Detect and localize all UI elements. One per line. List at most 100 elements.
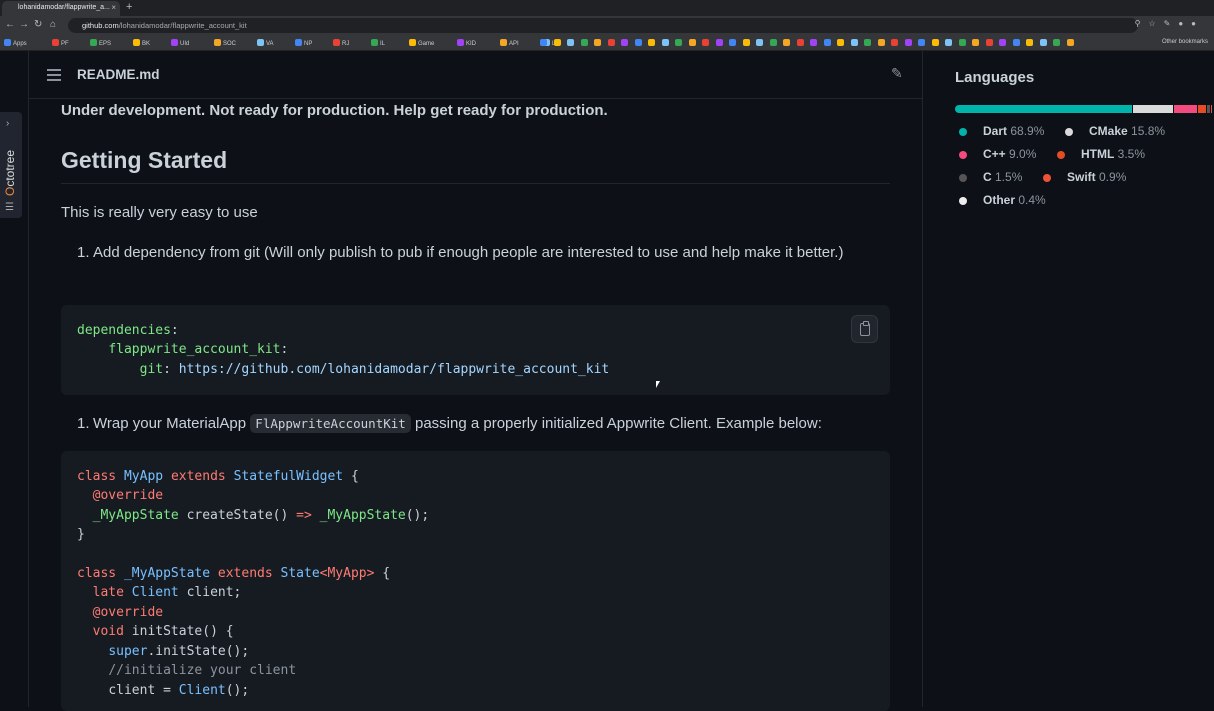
copy-button[interactable] <box>851 315 878 343</box>
divider <box>922 51 923 707</box>
language-bar-segment <box>1207 105 1210 113</box>
bookmark-label: SOC <box>223 41 236 47</box>
bookmark-favicon-icon[interactable] <box>1026 39 1035 47</box>
bookmark-favicon-icon[interactable] <box>905 39 914 47</box>
language-bar-segment <box>955 105 1132 113</box>
bookmark-favicon-icon[interactable] <box>932 39 941 47</box>
bookmark-favicon-icon[interactable] <box>1040 39 1049 47</box>
languages-bar <box>955 105 1214 113</box>
language-percent: 3.5% <box>1114 147 1145 161</box>
forward-icon[interactable]: → <box>19 19 29 30</box>
code-block-dependencies: dependencies: flappwrite_account_kit: gi… <box>61 305 890 395</box>
language-item[interactable]: C++ 9.0% <box>959 147 1036 161</box>
bookmark-favicon-icon[interactable] <box>783 39 792 47</box>
bookmark-item[interactable]: BK <box>133 39 150 47</box>
bookmark-favicon-icon[interactable] <box>675 39 684 47</box>
browser-tab[interactable]: lohanidamodar/flappwrite_a... × <box>2 1 120 16</box>
bookmark-item[interactable]: API <box>500 39 519 47</box>
bookmark-favicon-icon[interactable] <box>554 39 563 47</box>
bookmark-label: Game <box>418 41 434 47</box>
bookmark-favicon-icon[interactable] <box>810 39 819 47</box>
bookmark-favicon-icon[interactable] <box>756 39 765 47</box>
language-item[interactable]: HTML 3.5% <box>1057 147 1145 161</box>
bookmark-folder-icon <box>257 39 264 46</box>
bookmark-label: NP <box>304 41 312 47</box>
bookmark-favicon-icon[interactable] <box>689 39 698 47</box>
notice-text: Under development. Not ready for product… <box>61 102 608 119</box>
bookmark-item[interactable]: VA <box>257 39 274 47</box>
bookmark-favicon-icon[interactable] <box>945 39 954 47</box>
home-icon[interactable]: ⌂ <box>50 19 56 30</box>
language-item[interactable]: C 1.5% <box>959 170 1022 184</box>
bookmark-favicon-icon[interactable] <box>662 39 671 47</box>
bookmark-item[interactable]: RJ <box>333 39 349 47</box>
heading-rule <box>61 183 890 184</box>
bookmark-favicon-icon[interactable] <box>540 39 549 47</box>
browser-tab-bar: lohanidamodar/flappwrite_a... × + <box>0 0 1214 16</box>
bookmark-favicon-icon[interactable] <box>581 39 590 47</box>
bookmark-favicon-icon[interactable] <box>1013 39 1022 47</box>
bookmark-favicon-icon[interactable] <box>648 39 657 47</box>
language-item[interactable]: CMake 15.8% <box>1065 124 1165 138</box>
bookmark-item[interactable]: Apps <box>4 39 27 47</box>
bookmark-item[interactable]: SOC <box>214 39 236 47</box>
language-item[interactable]: Swift 0.9% <box>1043 170 1126 184</box>
bookmark-favicon-icon[interactable] <box>959 39 968 47</box>
language-item[interactable]: Dart 68.9% <box>959 124 1044 138</box>
language-name: C <box>983 170 992 184</box>
bookmark-label: EPS <box>99 41 111 47</box>
bookmark-favicon-icon[interactable] <box>824 39 833 47</box>
url-path: /lohanidamodar/flappwrite_account_kit <box>119 21 247 30</box>
menu-icon[interactable]: ☰ <box>5 202 14 213</box>
mouse-cursor-icon <box>656 381 664 388</box>
bookmark-favicon-icon[interactable] <box>1067 39 1076 47</box>
other-bookmarks[interactable]: Other bookmarks <box>1162 39 1208 45</box>
back-icon[interactable]: ← <box>5 19 15 30</box>
bookmark-favicon-icon[interactable] <box>891 39 900 47</box>
list-item: 1. Wrap your MaterialApp FlAppwriteAccou… <box>77 412 867 436</box>
bookmark-favicon-icon[interactable] <box>770 39 779 47</box>
language-dot-icon <box>959 197 967 205</box>
bookmark-item[interactable]: UId <box>171 39 189 47</box>
bookmark-favicon-icon[interactable] <box>608 39 617 47</box>
outline-list-icon[interactable] <box>47 69 61 81</box>
reload-icon[interactable]: ↻ <box>34 19 42 30</box>
edit-pencil-icon[interactable]: ✎ <box>891 65 903 82</box>
tab-close-icon[interactable]: × <box>111 3 116 12</box>
bookmark-item[interactable]: KID <box>457 39 476 47</box>
bookmark-favicon-icon[interactable] <box>972 39 981 47</box>
chevron-right-icon[interactable]: › <box>6 118 9 129</box>
bookmark-favicon-icon[interactable] <box>621 39 630 47</box>
bookmark-favicon-icon[interactable] <box>702 39 711 47</box>
bookmark-favicon-icon[interactable] <box>986 39 995 47</box>
bookmark-favicon-icon[interactable] <box>594 39 603 47</box>
bookmark-favicon-icon[interactable] <box>999 39 1008 47</box>
extension-icons[interactable]: ⚲☆✎●● <box>1135 19 1204 28</box>
bookmark-favicon-icon[interactable] <box>743 39 752 47</box>
bookmark-favicon-icon[interactable] <box>918 39 927 47</box>
bookmark-favicon-icon[interactable] <box>729 39 738 47</box>
bookmark-label: IL <box>380 41 385 47</box>
language-item[interactable]: Other 0.4% <box>959 193 1046 207</box>
bookmark-item[interactable]: Game <box>409 39 434 47</box>
bookmark-favicon-icon[interactable] <box>851 39 860 47</box>
bookmark-item[interactable]: IL <box>371 39 385 47</box>
language-dot-icon <box>1065 128 1073 136</box>
bookmark-favicon-icon[interactable] <box>864 39 873 47</box>
language-percent: 0.4% <box>1015 193 1046 207</box>
octotree-panel-toggle[interactable]: › Octotree ☰ <box>0 112 22 218</box>
bookmark-label: RJ <box>342 41 349 47</box>
bookmark-item[interactable]: EPS <box>90 39 111 47</box>
bookmark-favicon-icon[interactable] <box>567 39 576 47</box>
bookmark-favicon-icon[interactable] <box>878 39 887 47</box>
bookmark-favicon-icon[interactable] <box>635 39 644 47</box>
new-tab-button[interactable]: + <box>126 1 132 13</box>
bookmark-item[interactable]: NP <box>295 39 312 47</box>
bookmark-favicon-icon[interactable] <box>716 39 725 47</box>
language-dot-icon <box>959 128 967 136</box>
address-bar[interactable]: github.com/lohanidamodar/flappwrite_acco… <box>68 18 1138 33</box>
bookmark-favicon-icon[interactable] <box>797 39 806 47</box>
bookmark-favicon-icon[interactable] <box>837 39 846 47</box>
bookmark-favicon-icon[interactable] <box>1053 39 1062 47</box>
bookmark-item[interactable]: PF <box>52 39 69 47</box>
